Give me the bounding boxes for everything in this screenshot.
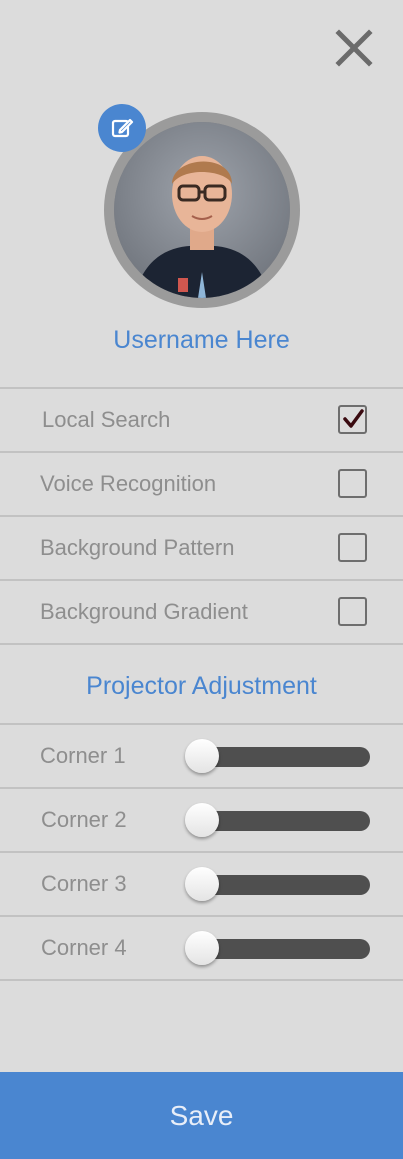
checkmark-icon — [343, 409, 364, 428]
setting-label: Voice Recognition — [40, 471, 217, 496]
close-icon — [335, 29, 373, 67]
divider — [0, 643, 403, 645]
avatar-photo — [114, 122, 290, 298]
corner-3-slider[interactable] — [185, 867, 370, 901]
corner-label: Corner 2 — [41, 807, 127, 832]
background-gradient-checkbox[interactable] — [338, 597, 367, 626]
corner-4-slider[interactable] — [185, 931, 370, 965]
save-button[interactable]: Save — [0, 1072, 403, 1159]
setting-row-voice-recognition: Voice Recognition — [0, 451, 403, 515]
slider-thumb[interactable] — [185, 931, 219, 965]
corner-row-4: Corner 4 — [0, 915, 403, 979]
corner-label: Corner 3 — [41, 871, 127, 896]
setting-label: Background Gradient — [40, 599, 248, 624]
background-pattern-checkbox[interactable] — [338, 533, 367, 562]
corner-label: Corner 4 — [41, 935, 127, 960]
slider-thumb[interactable] — [185, 867, 219, 901]
corner-1-slider[interactable] — [185, 739, 370, 773]
corner-2-slider[interactable] — [185, 803, 370, 837]
corner-row-3: Corner 3 — [0, 851, 403, 915]
slider-thumb[interactable] — [185, 739, 219, 773]
setting-row-local-search: Local Search — [0, 387, 403, 451]
divider — [0, 979, 403, 981]
corner-row-2: Corner 2 — [0, 787, 403, 851]
close-button[interactable] — [334, 28, 374, 68]
projector-adjustment-title: Projector Adjustment — [86, 672, 317, 700]
setting-label: Background Pattern — [40, 535, 235, 560]
edit-avatar-button[interactable] — [98, 104, 146, 152]
setting-label: Local Search — [42, 407, 171, 432]
voice-recognition-checkbox[interactable] — [338, 469, 367, 498]
corner-label: Corner 1 — [40, 743, 126, 768]
slider-thumb[interactable] — [185, 803, 219, 837]
setting-row-background-pattern: Background Pattern — [0, 515, 403, 579]
edit-icon — [111, 118, 134, 138]
username: Username Here — [113, 326, 290, 354]
setting-row-background-gradient: Background Gradient — [0, 579, 403, 643]
corner-row-1: Corner 1 — [0, 723, 403, 787]
local-search-checkbox[interactable] — [338, 405, 367, 434]
